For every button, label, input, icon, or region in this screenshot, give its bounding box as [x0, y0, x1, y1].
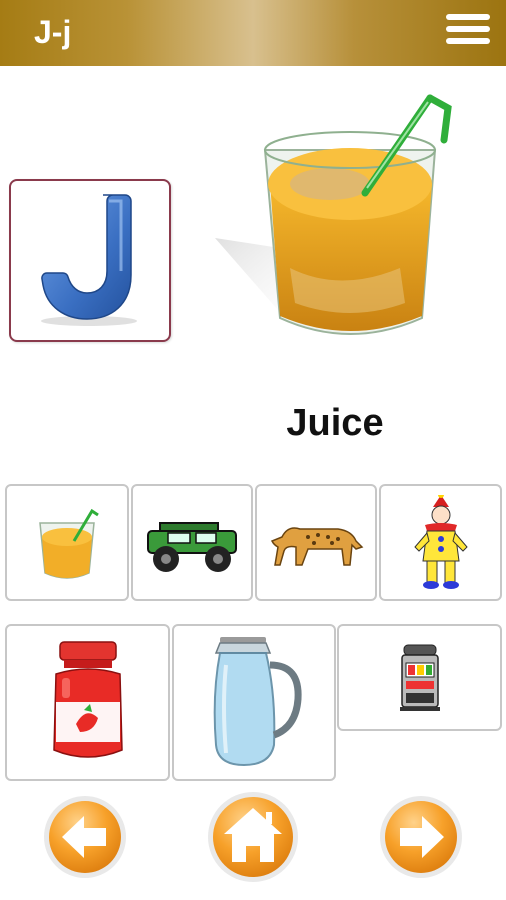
- juice-icon: [39, 508, 99, 579]
- main-illustration-juice: [190, 88, 490, 358]
- slot-machine-icon: [399, 644, 440, 711]
- home-button[interactable]: [206, 790, 300, 884]
- thumb-jester[interactable]: [379, 484, 502, 601]
- prev-button[interactable]: [42, 794, 128, 880]
- word-label: Juice: [286, 402, 384, 444]
- jeep-icon: [147, 521, 237, 572]
- thumb-juice[interactable]: [5, 484, 129, 601]
- app-header: J-j: [0, 0, 506, 66]
- thumb-jaguar[interactable]: [255, 484, 377, 601]
- app-root: J-j Juice: [0, 0, 506, 900]
- letter-card[interactable]: J: [9, 179, 171, 342]
- arrow-right-icon: [380, 796, 462, 878]
- hamburger-menu-button[interactable]: [446, 14, 490, 50]
- thumb-jug[interactable]: [172, 624, 336, 781]
- jester-icon: [413, 494, 468, 589]
- thumb-jeep[interactable]: [131, 484, 253, 601]
- juice-glass-icon: [215, 94, 452, 335]
- home-icon: [208, 792, 298, 882]
- jug-icon: [213, 636, 302, 766]
- arrow-left-icon: [44, 796, 126, 878]
- jaguar-icon: [270, 526, 364, 566]
- thumb-jackpot[interactable]: [337, 624, 502, 731]
- next-button[interactable]: [378, 794, 464, 880]
- thumb-jam[interactable]: [5, 624, 170, 781]
- page-title: J-j: [34, 14, 72, 50]
- jam-jar-icon: [52, 640, 123, 758]
- letter-j-icon: [41, 194, 137, 326]
- hamburger-icon: [446, 14, 490, 20]
